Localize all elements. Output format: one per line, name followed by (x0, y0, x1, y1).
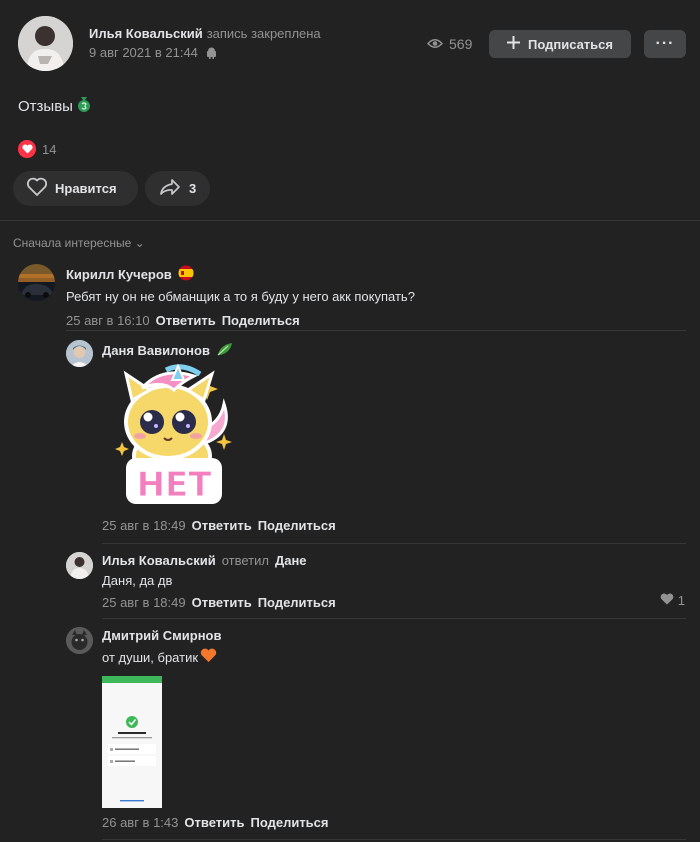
heart-icon (660, 593, 674, 608)
comment-separator (66, 330, 686, 331)
post-date-text[interactable]: 9 авг 2021 в 21:44 (89, 45, 198, 60)
subscribe-button[interactable]: Подписаться (489, 30, 631, 58)
comment: Кирилл Кучеров Ребят ну он не обманщик а… (66, 265, 415, 328)
reply-button[interactable]: Ответить (192, 595, 252, 610)
views-count: 569 (449, 36, 473, 52)
share-count: 3 (189, 181, 197, 196)
comment-text-content: от души, братик (102, 649, 199, 665)
attached-screenshot-image[interactable] (102, 676, 162, 808)
share-arrow-icon (159, 178, 181, 199)
orange-heart-icon (200, 648, 217, 666)
comment-meta: 25 авг в 18:49 Ответить Поделиться (102, 595, 336, 610)
post-text-content: Отзывы (18, 97, 73, 115)
comment-author[interactable]: Кирилл Кучеров (66, 265, 415, 284)
comment-text: Даня, да дв (102, 573, 173, 588)
comment-meta-wrap: 25 авг в 18:49 Ответить Поделиться (102, 518, 336, 533)
money-bag-icon (75, 95, 93, 117)
comment: Илья Ковальский ответил Дане Даня, да дв… (102, 553, 336, 610)
reactions-count: 14 (42, 141, 57, 157)
views-counter: 569 (426, 36, 473, 52)
comment-author[interactable]: Илья Ковальский ответил Дане (102, 553, 336, 568)
post-text: Отзывы (18, 95, 93, 117)
comment-author-name[interactable]: Илья Ковальский (102, 553, 216, 568)
author-avatar[interactable] (18, 16, 73, 71)
comment-meta: 25 авг в 18:49 Ответить Поделиться (102, 518, 336, 533)
comment-avatar[interactable] (66, 340, 93, 367)
eye-icon (426, 36, 444, 52)
comment-author-name[interactable]: Дмитрий Смирнов (102, 628, 222, 643)
reply-button[interactable]: Ответить (156, 313, 216, 328)
comments-sort-dropdown[interactable]: Сначала интересные ⌄ (13, 236, 145, 250)
comment-avatar[interactable] (66, 627, 93, 654)
comment: Дмитрий Смирнов от души, братик (102, 628, 222, 666)
more-label: ··· (655, 35, 675, 52)
share-comment-button[interactable]: Поделиться (222, 313, 300, 328)
sticker-image[interactable]: НЕТ (112, 363, 237, 509)
comment-author[interactable]: Даня Вавилонов (102, 341, 234, 360)
reactions-summary[interactable]: 14 (18, 140, 56, 158)
leaf-icon (216, 341, 234, 360)
comment-meta-wrap: 26 авг в 1:43 Ответить Поделиться (102, 815, 329, 830)
android-icon (206, 47, 217, 62)
comment-avatar[interactable] (18, 264, 55, 301)
comment-text: Ребят ну он не обманщик а то я буду у не… (66, 289, 415, 304)
author-name[interactable]: Илья Ковальский запись закреплена (89, 26, 321, 41)
comment-avatar[interactable] (66, 552, 93, 579)
share-comment-button[interactable]: Поделиться (258, 595, 336, 610)
comment-author-name[interactable]: Кирилл Кучеров (66, 267, 172, 282)
comment-text: от души, братик (102, 648, 222, 666)
reply-button[interactable]: Ответить (184, 815, 244, 830)
sticker-text: НЕТ (137, 465, 213, 505)
post-date[interactable]: 9 авг 2021 в 21:44 (89, 45, 217, 62)
heart-outline-icon (26, 177, 48, 200)
post-divider (0, 220, 700, 221)
share-comment-button[interactable]: Поделиться (258, 518, 336, 533)
plus-icon (506, 36, 520, 52)
comment-separator (102, 543, 686, 544)
comment-meta: 26 авг в 1:43 Ответить Поделиться (102, 815, 329, 830)
like-button[interactable]: Нравится (13, 171, 138, 206)
heart-reaction-icon (18, 140, 36, 158)
spain-flag-icon (178, 265, 194, 284)
comment-separator (102, 618, 686, 619)
replied-label: ответил (221, 553, 269, 568)
comment-like-count: 1 (677, 593, 685, 608)
comment-date[interactable]: 25 авг в 16:10 (66, 313, 150, 328)
more-button[interactable]: ··· (644, 30, 686, 58)
comment-meta: 25 авг в 16:10 Ответить Поделиться (66, 313, 415, 328)
comment-like-button[interactable]: 1 (660, 593, 685, 608)
comment: Даня Вавилонов (102, 341, 234, 360)
share-comment-button[interactable]: Поделиться (250, 815, 328, 830)
subscribe-label: Подписаться (527, 36, 613, 52)
like-label: Нравится (55, 181, 117, 196)
comment-date[interactable]: 25 авг в 18:49 (102, 595, 186, 610)
reply-button[interactable]: Ответить (192, 518, 252, 533)
comment-separator (102, 839, 686, 840)
reply-to-link[interactable]: Дане (275, 553, 307, 568)
share-button[interactable]: 3 (145, 171, 210, 206)
comment-date[interactable]: 25 авг в 18:49 (102, 518, 186, 533)
comment-date[interactable]: 26 авг в 1:43 (102, 815, 178, 830)
author-name-text[interactable]: Илья Ковальский (89, 26, 203, 41)
post-header: Илья Ковальский запись закреплена 9 авг 2… (0, 0, 700, 90)
pinned-note: запись закреплена (206, 26, 321, 41)
comment-author-name[interactable]: Даня Вавилонов (102, 343, 210, 358)
comment-author[interactable]: Дмитрий Смирнов (102, 628, 222, 643)
